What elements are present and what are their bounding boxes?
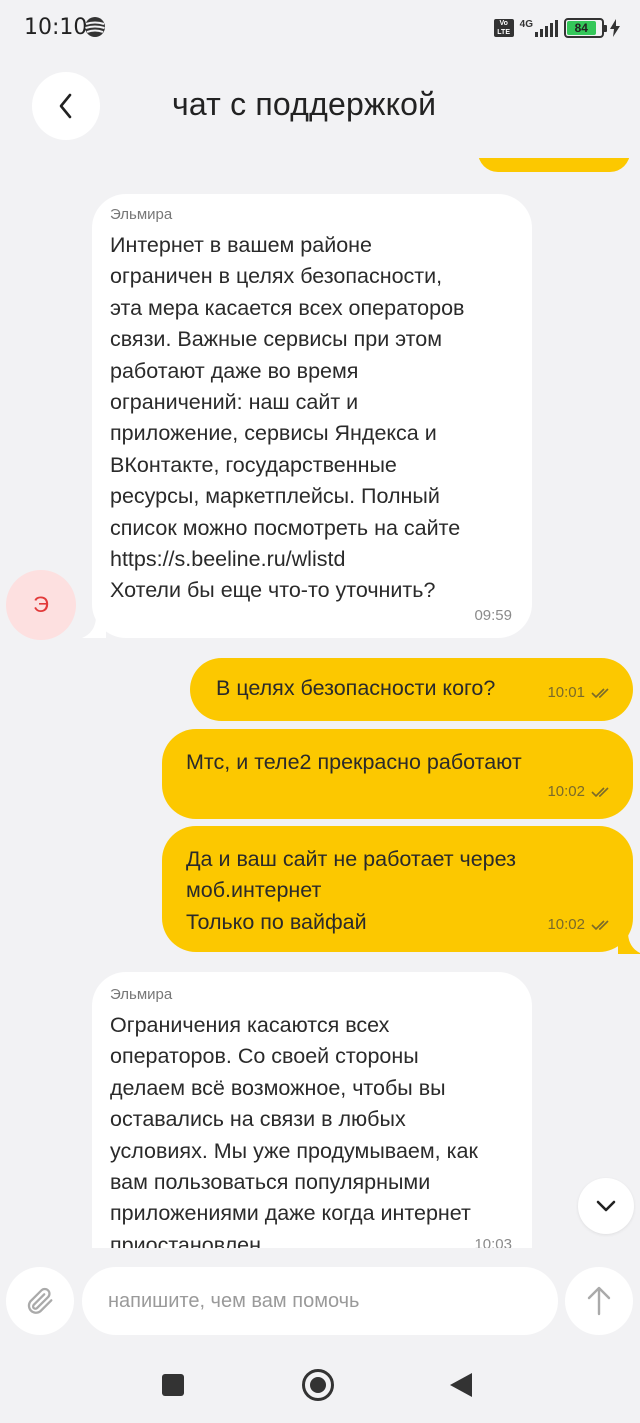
paperclip-icon bbox=[27, 1287, 53, 1314]
system-navigation-bar bbox=[0, 1345, 640, 1423]
incoming-message: Эльмира Интернет в вашем районе ограниче… bbox=[92, 194, 532, 638]
message-text: В целях безопасности кого? bbox=[216, 676, 496, 700]
volte-icon: Vo LTE bbox=[493, 19, 514, 37]
double-check-icon bbox=[591, 786, 609, 797]
arrow-up-icon bbox=[587, 1286, 611, 1316]
double-check-icon bbox=[591, 919, 609, 930]
outgoing-message: Мтс, и теле2 прекрасно работают 10:02 bbox=[162, 729, 633, 819]
signal-icon bbox=[535, 19, 558, 37]
message-sender: Эльмира bbox=[110, 206, 173, 223]
battery-level: 84 bbox=[567, 21, 596, 35]
double-check-icon bbox=[591, 687, 609, 698]
page-title: чат с поддержкой bbox=[172, 86, 437, 122]
status-bar: 10:10 Vo LTE 4G 84 bbox=[0, 0, 640, 58]
scroll-to-bottom-button[interactable] bbox=[578, 1178, 634, 1234]
chevron-down-icon bbox=[596, 1200, 616, 1212]
message-status: 10:02 bbox=[547, 783, 613, 800]
message-status: 10:02 bbox=[547, 916, 613, 933]
chevron-left-icon bbox=[59, 93, 72, 119]
message-text: Интернет в вашем районе ограничен в целя… bbox=[110, 233, 465, 603]
message-time-label: 10:02 bbox=[547, 916, 585, 933]
message-time-label: 10:01 bbox=[547, 684, 585, 701]
volte-bottom-label: LTE bbox=[497, 29, 510, 36]
message-time-label: 10:03 bbox=[474, 1236, 512, 1248]
charging-icon bbox=[610, 19, 620, 37]
beeline-logo-icon bbox=[85, 17, 105, 37]
agent-avatar: Э bbox=[6, 570, 76, 640]
message-text: Мтс, и теле2 прекрасно работают bbox=[186, 750, 522, 774]
incoming-message: Эльмира Ограничения касаются всех операт… bbox=[92, 972, 532, 1248]
recent-apps-button[interactable] bbox=[162, 1374, 184, 1396]
bubble-tail bbox=[82, 616, 106, 638]
message-text: Да и ваш сайт не работает через моб.инте… bbox=[186, 847, 516, 934]
send-button[interactable] bbox=[565, 1267, 633, 1335]
status-time: 10:10 bbox=[24, 15, 88, 40]
message-time: 09:59 bbox=[474, 607, 512, 624]
network-type: 4G bbox=[519, 18, 533, 30]
attach-button[interactable] bbox=[6, 1267, 74, 1335]
outgoing-message: В целях безопасности кого? 10:01 bbox=[190, 658, 633, 721]
previous-message-fragment bbox=[478, 158, 630, 172]
back-button[interactable] bbox=[32, 72, 100, 140]
home-button[interactable] bbox=[302, 1369, 334, 1401]
message-text: Ограничения касаются всех операторов. Со… bbox=[110, 1013, 478, 1248]
bubble-tail bbox=[618, 932, 640, 954]
message-status: 10:01 bbox=[547, 684, 613, 701]
message-input[interactable] bbox=[82, 1267, 558, 1335]
message-sender: Эльмира bbox=[110, 986, 173, 1003]
outgoing-message: Да и ваш сайт не работает через моб.инте… bbox=[162, 826, 633, 952]
battery-icon: 84 bbox=[564, 18, 607, 38]
system-back-button[interactable] bbox=[450, 1373, 472, 1397]
status-icons: Vo LTE 4G 84 bbox=[493, 16, 620, 40]
message-time-label: 09:59 bbox=[474, 607, 512, 624]
volte-top-label: Vo bbox=[499, 20, 508, 27]
message-time-label: 10:02 bbox=[547, 783, 585, 800]
message-time: 10:03 bbox=[474, 1236, 512, 1248]
chat-messages[interactable]: Эльмира Интернет в вашем районе ограниче… bbox=[0, 158, 640, 1248]
